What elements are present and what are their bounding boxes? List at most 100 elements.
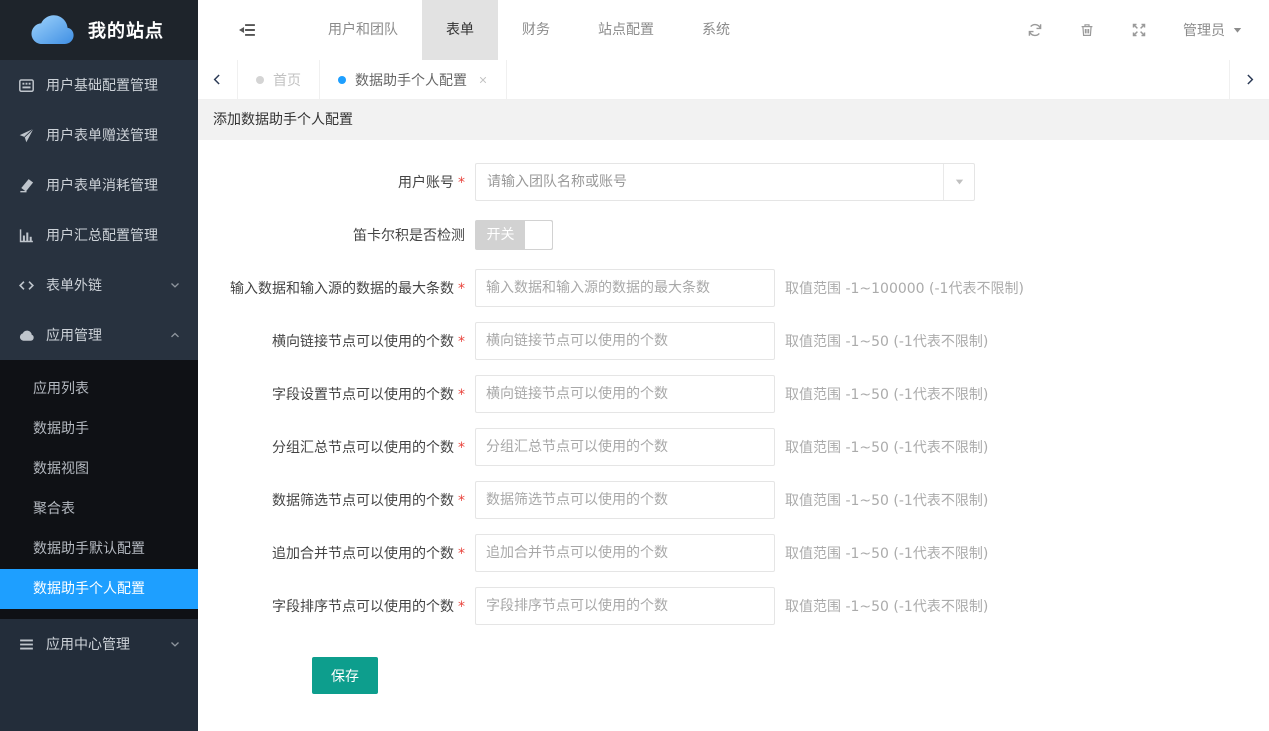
field-input-6[interactable] [475, 481, 775, 519]
fullscreen-icon [1131, 22, 1147, 38]
main-area: 用户和团队表单财务站点配置系统 管理员 首页 数据助手个人配置 添加数据助手个人… [198, 0, 1269, 731]
chevron-down-icon [168, 278, 182, 292]
refresh-icon [1027, 22, 1043, 38]
user-account-select[interactable]: 请输入团队名称或账号 [475, 163, 975, 201]
switch-knob [525, 221, 552, 249]
field-input-5[interactable] [475, 428, 775, 466]
required-asterisk: * [458, 440, 465, 456]
field-input-8[interactable] [475, 587, 775, 625]
top-header: 用户和团队表单财务站点配置系统 管理员 [198, 0, 1269, 60]
field-label: 追加合并节点可以使用的个数* [198, 543, 475, 563]
form-row-7: 追加合并节点可以使用的个数* 取值范围 -1~50 (-1代表不限制) [198, 534, 1269, 572]
field-hint: 取值范围 -1~50 (-1代表不限制) [785, 543, 988, 563]
sidebar-item-3[interactable]: 用户汇总配置管理 [0, 210, 198, 260]
fullscreen-button[interactable] [1131, 22, 1147, 38]
save-button[interactable]: 保存 [312, 657, 378, 694]
form-row-4: 字段设置节点可以使用的个数* 取值范围 -1~50 (-1代表不限制) [198, 375, 1269, 413]
field-hint: 取值范围 -1~50 (-1代表不限制) [785, 596, 988, 616]
outdent-icon [238, 21, 256, 39]
required-asterisk: * [458, 387, 465, 403]
cartesian-check-switch[interactable]: 开关 [475, 220, 553, 250]
user-dropdown[interactable]: 管理员 [1183, 20, 1243, 40]
user-name: 管理员 [1183, 20, 1225, 40]
required-asterisk: * [458, 599, 465, 615]
caret-down-icon [1232, 26, 1243, 34]
chevron-left-icon [211, 73, 224, 86]
submenu-item-0[interactable]: 应用列表 [0, 369, 198, 409]
nav-tab-2[interactable]: 财务 [498, 0, 574, 60]
field-hint: 取值范围 -1~50 (-1代表不限制) [785, 331, 988, 351]
submenu-item-1[interactable]: 数据助手 [0, 409, 198, 449]
sidebar-item-5[interactable]: 应用管理 [0, 310, 198, 360]
submenu-item-4[interactable]: 数据助手默认配置 [0, 529, 198, 569]
nav-tab-0[interactable]: 用户和团队 [304, 0, 422, 60]
tab-status-dot [338, 76, 346, 84]
site-name: 我的站点 [88, 17, 164, 43]
field-input-7[interactable] [475, 534, 775, 572]
form-row-2: 输入数据和输入源的数据的最大条数* 取值范围 -1~100000 (-1代表不限… [198, 269, 1269, 307]
required-asterisk: * [458, 493, 465, 509]
field-hint: 取值范围 -1~50 (-1代表不限制) [785, 384, 988, 404]
field-label: 数据筛选节点可以使用的个数* [198, 490, 475, 510]
sidebar-item-0[interactable]: 用户基础配置管理 [0, 60, 198, 110]
field-hint: 取值范围 -1~50 (-1代表不限制) [785, 437, 988, 457]
nav-tab-1[interactable]: 表单 [422, 0, 498, 60]
clear-cache-button[interactable] [1079, 22, 1095, 38]
sidebar-item-4[interactable]: 表单外链 [0, 260, 198, 310]
refresh-button[interactable] [1027, 22, 1043, 38]
nav-tab-4[interactable]: 系统 [678, 0, 754, 60]
field-input-2[interactable] [475, 269, 775, 307]
chevron-right-icon [1243, 73, 1256, 86]
field-label: 字段排序节点可以使用的个数* [198, 596, 475, 616]
field-label: 横向链接节点可以使用的个数* [198, 331, 475, 351]
config-form: 用户账号* 请输入团队名称或账号 笛卡尔积是否检测 开关 输入数据和输入源的数据… [198, 163, 1269, 625]
top-nav: 用户和团队表单财务站点配置系统 [304, 0, 754, 60]
nav-tab-3[interactable]: 站点配置 [574, 0, 678, 60]
form-row-6: 数据筛选节点可以使用的个数* 取值范围 -1~50 (-1代表不限制) [198, 481, 1269, 519]
sidebar-menu: 用户基础配置管理 用户表单赠送管理 用户表单消耗管理 用户汇总配置管理 表单外链… [0, 60, 198, 360]
logo[interactable]: 我的站点 [0, 0, 198, 60]
bar-chart-icon [18, 227, 35, 244]
grid-icon [18, 77, 35, 94]
field-hint: 取值范围 -1~50 (-1代表不限制) [785, 490, 988, 510]
field-input-4[interactable] [475, 375, 775, 413]
chevron-down-icon [168, 637, 182, 651]
submenu-item-2[interactable]: 数据视图 [0, 449, 198, 489]
field-label: 笛卡尔积是否检测 [198, 225, 475, 245]
form-row-5: 分组汇总节点可以使用的个数* 取值范围 -1~50 (-1代表不限制) [198, 428, 1269, 466]
sidebar-submenu: 应用列表数据助手数据视图聚合表数据助手默认配置数据助手个人配置 [0, 360, 198, 619]
submenu-item-3[interactable]: 聚合表 [0, 489, 198, 529]
cloud-logo-icon [24, 11, 78, 49]
sidebar-item-app-center[interactable]: 应用中心管理 [0, 619, 198, 669]
form-row-0: 用户账号* 请输入团队名称或账号 [198, 163, 1269, 201]
tabs-scroll-right-button[interactable] [1229, 60, 1269, 99]
open-tab-1[interactable]: 数据助手个人配置 [320, 60, 507, 99]
header-tools: 管理员 [1027, 20, 1269, 40]
code-icon [18, 277, 35, 294]
select-placeholder: 请输入团队名称或账号 [476, 164, 943, 200]
app-window: 我的站点 用户基础配置管理 用户表单赠送管理 用户表单消耗管理 用户汇总配置管理… [0, 0, 1269, 731]
field-hint: 取值范围 -1~100000 (-1代表不限制) [785, 278, 1024, 298]
sidebar-item-2[interactable]: 用户表单消耗管理 [0, 160, 198, 210]
form-row-8: 字段排序节点可以使用的个数* 取值范围 -1~50 (-1代表不限制) [198, 587, 1269, 625]
page-tabbar: 首页 数据助手个人配置 [198, 60, 1269, 100]
page-title: 添加数据助手个人配置 [198, 100, 1269, 140]
send-icon [18, 127, 35, 144]
field-label: 字段设置节点可以使用的个数* [198, 384, 475, 404]
field-label: 分组汇总节点可以使用的个数* [198, 437, 475, 457]
submenu-item-5[interactable]: 数据助手个人配置 [0, 569, 198, 609]
menu-icon [18, 636, 35, 653]
open-tab-0[interactable]: 首页 [238, 60, 320, 99]
field-input-3[interactable] [475, 322, 775, 360]
sidebar: 我的站点 用户基础配置管理 用户表单赠送管理 用户表单消耗管理 用户汇总配置管理… [0, 0, 198, 731]
field-label: 用户账号* [198, 172, 475, 192]
sidebar-item-1[interactable]: 用户表单赠送管理 [0, 110, 198, 160]
tab-status-dot [256, 76, 264, 84]
collapse-sidebar-button[interactable] [238, 21, 256, 39]
required-asterisk: * [458, 334, 465, 350]
form-row-3: 横向链接节点可以使用的个数* 取值范围 -1~50 (-1代表不限制) [198, 322, 1269, 360]
close-tab-icon[interactable] [478, 75, 488, 85]
select-caret-icon[interactable] [943, 164, 974, 200]
trash-icon [1079, 22, 1095, 38]
tabs-scroll-left-button[interactable] [198, 60, 238, 99]
